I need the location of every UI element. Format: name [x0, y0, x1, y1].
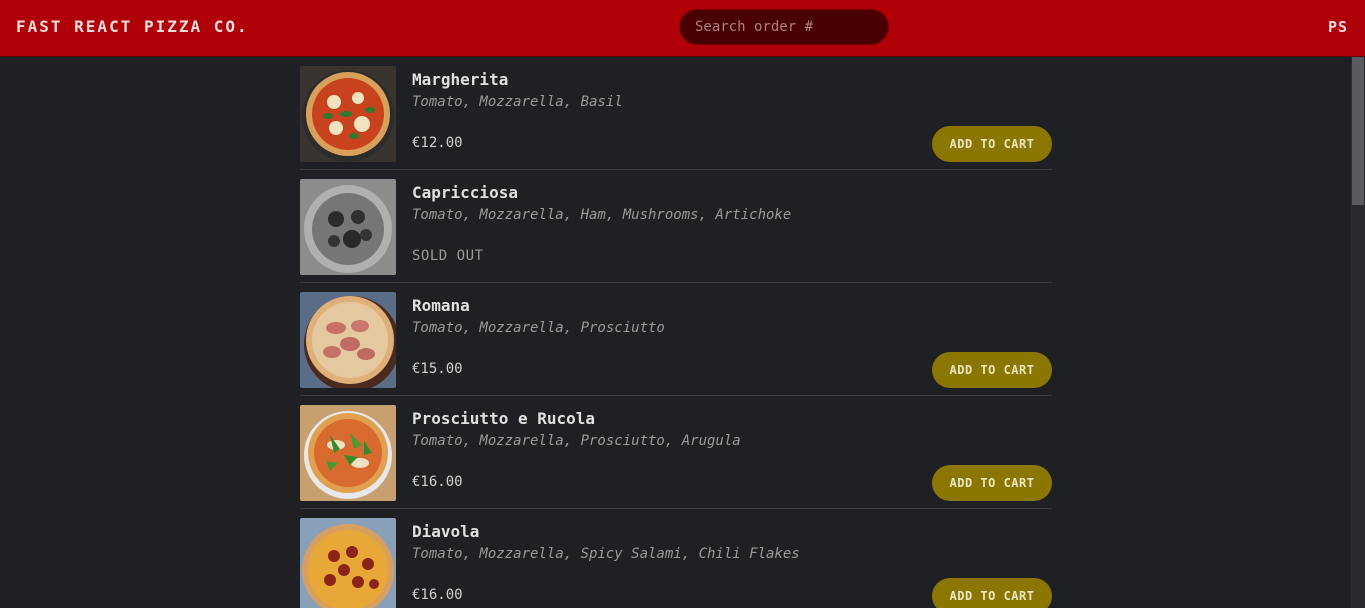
item-price: €15.00 [412, 361, 463, 377]
add-to-cart-button[interactable]: ADD TO CART [932, 352, 1052, 388]
pizza-capricciosa-image [300, 179, 396, 275]
item-price: €12.00 [412, 135, 463, 151]
item-ingredients: Tomato, Mozzarella, Prosciutto, Arugula [412, 433, 741, 449]
menu-item: Romana Tomato, Mozzarella, Prosciutto €1… [300, 283, 1052, 396]
menu-item: Margherita Tomato, Mozzarella, Basil €12… [300, 57, 1052, 170]
item-name: Prosciutto e Rucola [412, 409, 596, 428]
menu-item: Diavola Tomato, Mozzarella, Spicy Salami… [300, 509, 1052, 608]
item-ingredients: Tomato, Mozzarella, Basil [412, 94, 623, 110]
item-price: €16.00 [412, 474, 463, 490]
menu-item: Prosciutto e Rucola Tomato, Mozzarella, … [300, 396, 1052, 509]
item-name: Romana [412, 296, 470, 315]
scrollbar-thumb[interactable] [1352, 57, 1364, 205]
add-to-cart-button[interactable]: ADD TO CART [932, 465, 1052, 501]
item-price: €16.00 [412, 587, 463, 603]
item-ingredients: Tomato, Mozzarella, Ham, Mushrooms, Arti… [412, 207, 792, 223]
item-name: Diavola [412, 522, 480, 541]
sold-out-label: SOLD OUT [412, 248, 484, 264]
pizza-prosciutto-rucola-image [300, 405, 396, 501]
user-initials: PS [1327, 18, 1348, 36]
item-name: Capricciosa [412, 183, 518, 202]
top-header: FAST REACT PIZZA CO. PS [0, 0, 1365, 57]
search-order-input[interactable] [679, 9, 889, 45]
pizza-margherita-image [300, 66, 396, 162]
add-to-cart-button[interactable]: ADD TO CART [932, 126, 1052, 162]
item-name: Margherita [412, 70, 509, 89]
item-ingredients: Tomato, Mozzarella, Prosciutto [412, 320, 665, 336]
add-to-cart-button[interactable]: ADD TO CART [932, 578, 1052, 608]
item-ingredients: Tomato, Mozzarella, Spicy Salami, Chili … [412, 546, 800, 562]
pizza-diavola-image [300, 518, 396, 608]
pizza-romana-image [300, 292, 396, 388]
page-scrollbar[interactable] [1351, 57, 1365, 608]
menu-item: Capricciosa Tomato, Mozzarella, Ham, Mus… [300, 170, 1052, 283]
pizza-menu-list: Margherita Tomato, Mozzarella, Basil €12… [300, 57, 1052, 608]
logo-link[interactable]: FAST REACT PIZZA CO. [16, 17, 249, 36]
